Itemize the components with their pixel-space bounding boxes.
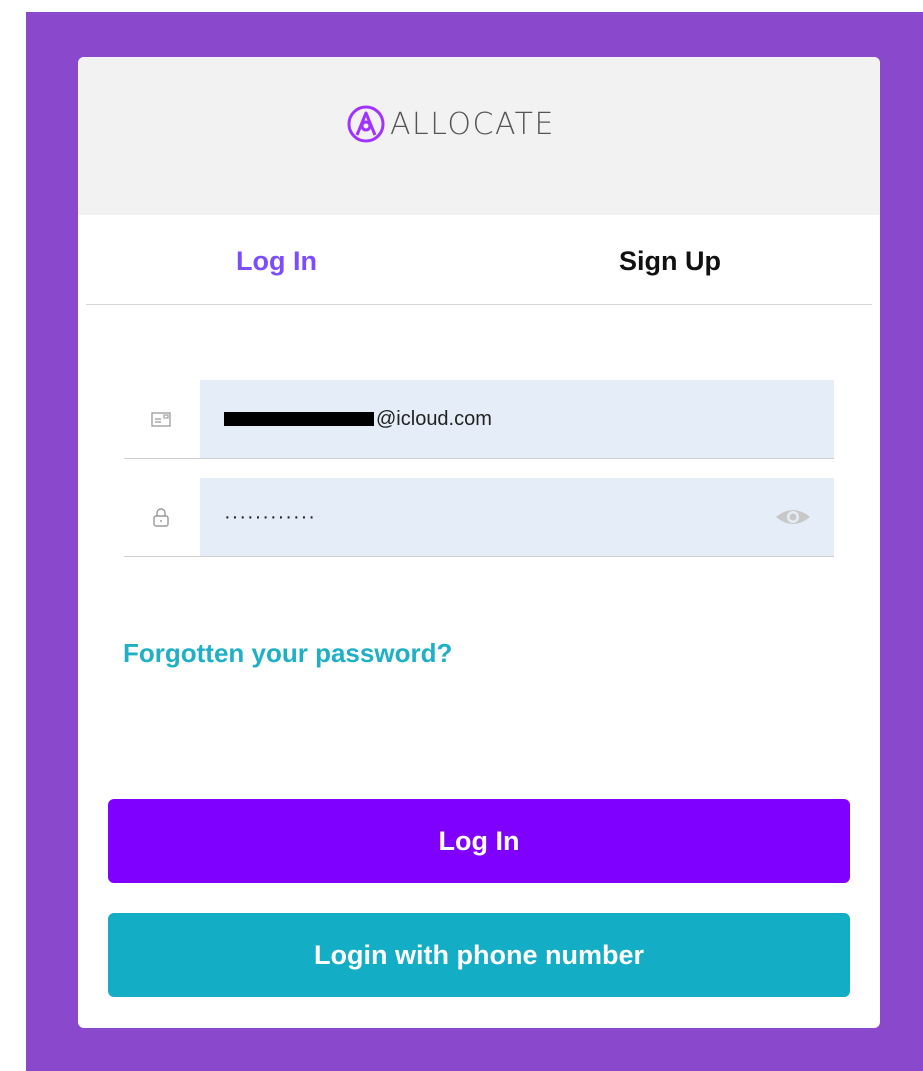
email-field[interactable]: @icloud.com bbox=[200, 380, 834, 458]
tab-signup[interactable]: Sign Up bbox=[619, 246, 721, 277]
email-suffix: @icloud.com bbox=[376, 407, 492, 430]
brand-name: ALLOCATE bbox=[390, 106, 555, 142]
envelope-card-icon bbox=[151, 412, 171, 427]
phone-login-button[interactable]: Login with phone number bbox=[108, 913, 850, 997]
auth-tabs: Log In Sign Up bbox=[86, 215, 872, 305]
brand-logo: ALLOCATE bbox=[346, 104, 555, 144]
redacted-email-prefix bbox=[224, 412, 374, 426]
login-card: ALLOCATE Log In Sign Up @icloud.com ····… bbox=[78, 57, 880, 1028]
forgot-password-link[interactable]: Forgotten your password? bbox=[123, 638, 452, 669]
card-header: ALLOCATE bbox=[78, 57, 880, 215]
password-mask: ············ bbox=[224, 505, 316, 528]
email-row: @icloud.com bbox=[124, 380, 834, 459]
password-field[interactable]: ············ bbox=[200, 478, 834, 556]
allocate-logo-icon bbox=[347, 105, 385, 143]
lock-icon bbox=[153, 508, 169, 527]
eye-icon[interactable] bbox=[774, 506, 812, 528]
password-row: ············ bbox=[124, 478, 834, 557]
tab-login[interactable]: Log In bbox=[236, 246, 317, 277]
login-button[interactable]: Log In bbox=[108, 799, 850, 883]
